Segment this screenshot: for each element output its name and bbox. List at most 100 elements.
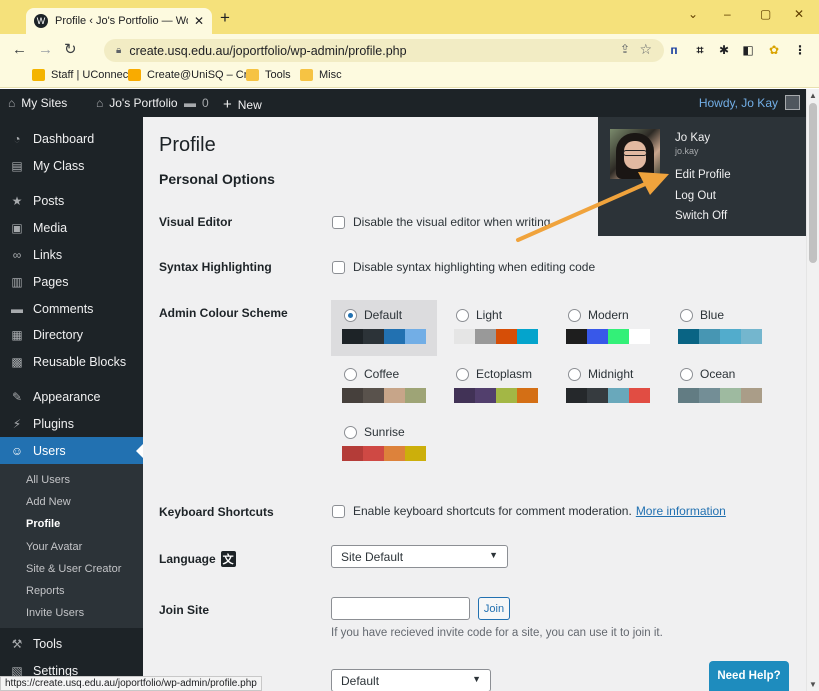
share-icon[interactable]: ⇪ [620,42,630,56]
new-content-menu[interactable]: + New [223,96,262,113]
edit-profile-link[interactable]: Edit Profile [675,169,731,181]
secondary-select[interactable]: Default ▼ [331,669,491,691]
colour-scheme-modern[interactable]: Modern [555,300,661,356]
submenu-add-new[interactable]: Add New [26,496,71,508]
scrollbar-thumb[interactable] [809,103,817,263]
colour-scheme-option[interactable]: Coffee [344,367,399,381]
sidebar-item-plugins[interactable]: ⚡ Plugins [0,410,143,437]
display-name[interactable]: Jo Kay [675,132,710,144]
bookmark-folder-misc[interactable]: Misc [300,69,342,81]
submenu-site-user-creator[interactable]: Site & User Creator [26,563,121,575]
colour-scheme-option[interactable]: Light [456,308,502,322]
visual-editor-checkbox[interactable]: Disable the visual editor when writing [332,215,550,229]
checkbox-box[interactable] [332,215,345,229]
side-panel-icon[interactable]: ◧ [740,42,756,58]
sidebar-item-directory[interactable]: ▦ Directory [0,321,143,348]
radio-button[interactable] [568,308,581,322]
profile-avatar[interactable] [610,129,660,179]
colour-scheme-blue[interactable]: Blue [667,300,773,356]
account-avatar[interactable] [785,95,800,110]
checkbox-box[interactable] [332,260,345,274]
colour-scheme-default[interactable]: Default [331,300,437,356]
forward-arrow-icon[interactable]: → [38,42,53,58]
submenu-all-users[interactable]: All Users [26,474,70,486]
submenu-profile[interactable]: Profile [26,518,60,530]
scroll-up-icon[interactable]: ▲ [809,91,817,100]
sidebar-item-pages[interactable]: ▥ Pages [0,268,143,295]
colour-scheme-sunrise[interactable]: Sunrise [331,417,437,473]
sidebar-item-comments[interactable]: ▬ Comments [0,295,143,322]
join-button[interactable]: Join [478,597,510,620]
bookmark-star-icon[interactable]: ☆ [639,41,652,58]
syntax-highlighting-checkbox[interactable]: Disable syntax highlighting when editing… [332,260,595,274]
colour-scheme-midnight[interactable]: Midnight [555,359,661,415]
colour-scheme-option[interactable]: Midnight [568,367,633,381]
sidebar-item-users[interactable]: ☺ Users [0,437,143,464]
radio-button[interactable] [680,308,693,322]
sidebar-item-media[interactable]: ▣ Media [0,214,143,241]
my-sites-menu[interactable]: ⌂ My Sites [8,96,67,110]
colour-scheme-light[interactable]: Light [443,300,549,356]
sidebar-item-appearance[interactable]: ✎ Appearance [0,383,143,410]
tab-close-icon[interactable]: ✕ [194,14,204,28]
close-window-button[interactable]: ✕ [794,7,804,21]
address-bar[interactable]: 🔒︎ create.usq.edu.au/joportfolio/wp-admi… [104,39,664,62]
maximize-button[interactable]: ▢ [760,7,771,21]
colour-scheme-option[interactable]: Ocean [680,367,735,381]
scroll-down-icon[interactable]: ▼ [809,680,817,689]
bookmark-create-unisq[interactable]: Create@UniSQ – Cr... [128,69,256,81]
sidebar-item-my-class[interactable]: ▤ My Class [0,152,143,179]
colour-scheme-option[interactable]: Blue [680,308,724,322]
extensions-puzzle-icon[interactable]: ✱ [716,42,732,58]
browser-menu-icon[interactable]: ⋮ [792,42,808,58]
bookmark-folder-tools[interactable]: Tools [246,69,291,81]
radio-button[interactable] [344,367,357,381]
language-select[interactable]: Site Default ▼ [331,545,508,568]
radio-button[interactable] [344,425,357,439]
minimize-button[interactable]: – [724,7,731,21]
unisq-profile-icon[interactable]: ✿ [766,42,782,58]
more-information-link[interactable]: More information [636,504,726,518]
extension-icon[interactable]: ᴨ [666,42,682,58]
howdy-account-link[interactable]: Howdy, Jo Kay [699,96,778,110]
log-out-link[interactable]: Log Out [675,190,716,202]
reload-icon[interactable]: ↻ [64,42,77,58]
sidebar-item-links[interactable]: ∞ Links [0,241,143,268]
need-help-button[interactable]: Need Help? [709,661,789,691]
bookmark-staff-uconnect[interactable]: Staff | UConnect [32,69,131,81]
colour-scheme-option[interactable]: Ectoplasm [456,367,532,381]
submenu-invite-users[interactable]: Invite Users [26,607,84,619]
new-tab-button[interactable]: + [220,9,230,26]
comments-menu[interactable]: ▬ 0 [184,96,209,110]
colour-scheme-ocean[interactable]: Ocean [667,359,773,415]
colour-swatch [608,388,629,403]
radio-button[interactable] [568,367,581,381]
colour-scheme-option[interactable]: Default [344,308,402,322]
colour-swatch [699,388,720,403]
submenu-reports[interactable]: Reports [26,585,65,597]
checkbox-box[interactable] [332,504,345,518]
sidebar-item-reusable-blocks[interactable]: ▩ Reusable Blocks [0,348,143,375]
back-arrow-icon[interactable]: ← [12,42,27,58]
radio-button[interactable] [344,308,357,322]
keyboard-shortcuts-checkbox[interactable]: Enable keyboard shortcuts for comment mo… [332,504,726,518]
page-scrollbar[interactable]: ▲ ▼ [806,89,819,691]
colour-scheme-option[interactable]: Modern [568,308,629,322]
colour-scheme-ectoplasm[interactable]: Ectoplasm [443,359,549,415]
sidebar-item-dashboard[interactable]: ◔ Dashboard [0,125,143,152]
sidebar-item-posts[interactable]: ★ Posts [0,187,143,214]
submenu-your-avatar[interactable]: Your Avatar [26,541,82,553]
radio-button[interactable] [456,308,469,322]
colour-swatches [566,329,650,344]
site-name-menu[interactable]: ⌂ Jo's Portfolio [96,96,178,110]
tab-search-icon[interactable]: ⌄ [688,7,698,21]
invite-code-input[interactable] [331,597,470,620]
radio-button[interactable] [456,367,469,381]
sidebar-item-tools[interactable]: ⚒ Tools [0,630,143,657]
screenshot-extension-icon[interactable]: ⌗ [692,42,708,58]
colour-scheme-option[interactable]: Sunrise [344,425,405,439]
browser-tab[interactable]: W Profile ‹ Jo's Portfolio — WordPre ✕ [26,8,212,34]
switch-off-link[interactable]: Switch Off [675,210,727,222]
radio-button[interactable] [680,367,693,381]
colour-scheme-coffee[interactable]: Coffee [331,359,437,415]
